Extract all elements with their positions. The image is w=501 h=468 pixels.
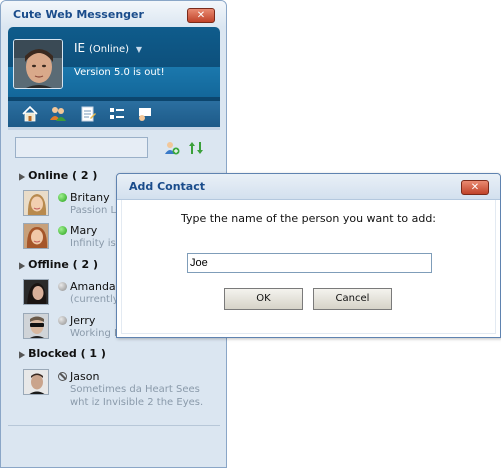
contact-status-message: Passion L — [70, 205, 117, 216]
notepad-icon[interactable] — [78, 104, 98, 124]
profile-status: (Online) — [88, 44, 130, 55]
messenger-toolbar — [8, 101, 220, 127]
dialog-title: Add Contact — [129, 180, 206, 193]
add-contact-icon[interactable] — [164, 140, 180, 156]
group-header-blocked[interactable]: ▶ Blocked ( 1 ) — [19, 347, 106, 360]
group-label: Online ( 2 ) — [28, 169, 98, 182]
profile-name: IE — [74, 41, 86, 55]
contact-search-input[interactable] — [15, 137, 148, 158]
messenger-close-button[interactable]: ✕ — [187, 8, 215, 23]
group-label: Offline ( 2 ) — [28, 258, 99, 271]
user-avatar[interactable] — [13, 39, 63, 89]
dialog-prompt: Type the name of the person you want to … — [180, 212, 437, 225]
contact-status-message: Infinity is f — [70, 238, 123, 249]
chat-icon[interactable] — [135, 104, 155, 124]
dialog-close-button[interactable]: ✕ — [461, 180, 489, 195]
sort-icon[interactable] — [188, 140, 204, 156]
avatar — [23, 223, 49, 249]
profile-name-status[interactable]: IE (Online) ▼ — [74, 41, 142, 55]
contact-name: Britany — [70, 191, 110, 204]
profile-panel: IE (Online) ▼ Version 5.0 is out! — [8, 27, 220, 127]
contact-list-item[interactable]: Jason Sometimes da Heart Sees wht iz Inv… — [23, 369, 223, 413]
contact-name: Jerry — [70, 314, 96, 327]
cancel-button[interactable]: Cancel — [313, 288, 392, 310]
contacts-icon[interactable] — [48, 104, 68, 124]
contact-status-message: Sometimes da Heart Sees — [70, 384, 200, 395]
chevron-right-icon: ▶ — [19, 260, 26, 271]
online-status-icon — [58, 193, 67, 202]
chevron-right-icon: ▶ — [19, 349, 26, 360]
chevron-down-icon[interactable]: ▼ — [136, 45, 142, 54]
contact-name: Jason — [70, 370, 100, 383]
avatar — [23, 313, 49, 339]
avatar — [23, 190, 49, 216]
offline-status-icon — [58, 316, 67, 325]
messenger-titlebar: Cute Web Messenger ✕ — [1, 1, 226, 27]
contact-name: Amanda — [70, 280, 116, 293]
dialog-body: Type the name of the person you want to … — [121, 200, 496, 334]
messenger-title: Cute Web Messenger — [13, 8, 144, 21]
group-header-online[interactable]: ▶ Online ( 2 ) — [19, 169, 97, 182]
contact-name: Mary — [70, 224, 98, 237]
dialog-titlebar[interactable]: Add Contact ✕ — [117, 174, 500, 200]
ok-button[interactable]: OK — [224, 288, 303, 310]
offline-status-icon — [58, 282, 67, 291]
list-view-icon[interactable] — [107, 104, 127, 124]
contact-status-message: (currently — [70, 294, 119, 305]
contact-status-message-line2: wht iz Invisible 2 the Eyes. — [70, 397, 204, 408]
avatar — [23, 369, 49, 395]
blocked-status-icon — [58, 372, 67, 381]
avatar — [23, 279, 49, 305]
user-avatar-image — [14, 40, 62, 88]
chevron-right-icon: ▶ — [19, 171, 26, 182]
online-status-icon — [58, 226, 67, 235]
contact-status-message: Working H — [70, 328, 122, 339]
contact-name-input[interactable] — [187, 253, 432, 273]
profile-personal-message[interactable]: Version 5.0 is out! — [74, 67, 165, 78]
add-contact-dialog: Add Contact ✕ Type the name of the perso… — [116, 173, 501, 338]
home-icon[interactable] — [20, 104, 40, 124]
group-label: Blocked ( 1 ) — [28, 347, 106, 360]
group-header-offline[interactable]: ▶ Offline ( 2 ) — [19, 258, 98, 271]
